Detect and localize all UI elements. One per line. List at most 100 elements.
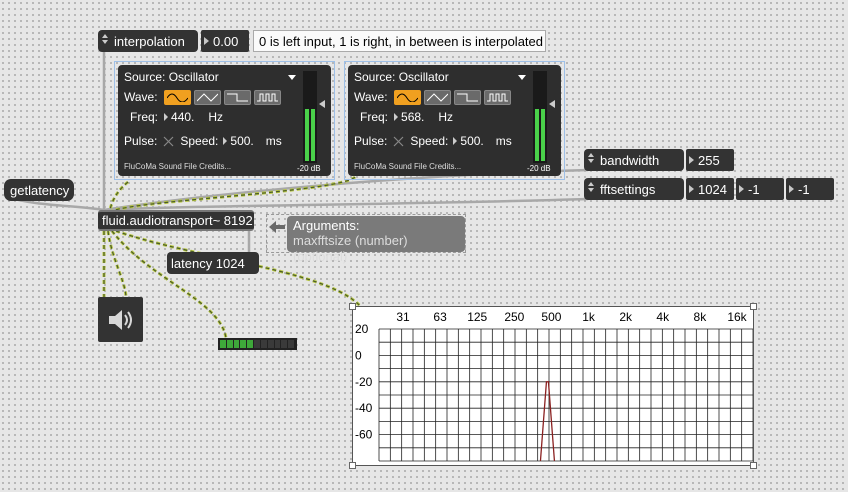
pulse-toggle-2[interactable] <box>393 136 404 147</box>
spectrum-plot: 31 63 125 250 500 1k 2k 4k 8k 16k 20 0 -20 -40 -60 <box>355 310 753 462</box>
stepper-arrows-icon <box>587 153 594 167</box>
dac-speaker-button[interactable] <box>98 297 143 342</box>
bandwidth-message[interactable]: bandwidth <box>584 149 684 171</box>
freq-tick-label: 16k <box>727 310 747 324</box>
resize-handle-bl[interactable] <box>349 462 356 469</box>
resize-handle-tr[interactable] <box>750 303 757 310</box>
wave-row-2: Wave: <box>354 88 514 106</box>
freq-value-1: 440. <box>171 110 195 124</box>
db-tick-label: 20 <box>355 322 369 336</box>
credits-link-2[interactable]: FluCoMa Sound File Credits... <box>354 162 461 171</box>
number-triangle-icon <box>204 37 209 45</box>
number-triangle-icon <box>394 113 399 121</box>
freq-tick-label: 250 <box>504 310 524 324</box>
spectrum-display[interactable]: 31 63 125 250 500 1k 2k 4k 8k 16k 20 0 -20 -40 -60 <box>352 306 754 466</box>
number-triangle-icon <box>739 185 744 193</box>
freq-tick-label: 500 <box>541 310 561 324</box>
freq-number-2[interactable]: 568. <box>394 110 424 124</box>
freq-tick-label: 2k <box>619 310 633 324</box>
fftsettings-number-2[interactable]: -1 <box>736 178 784 200</box>
freq-tick-label: 125 <box>467 310 487 324</box>
freq-tick-label: 63 <box>433 310 447 324</box>
db-tick-label: -20 <box>355 375 373 389</box>
signal-level-meter <box>218 338 297 350</box>
bpatcher-source-2[interactable]: Source: Oscillator Wave: Freq: 568. Hz P… <box>348 65 561 176</box>
arguments-hint: Arguments: maxfftsize (number) (optional… <box>287 216 465 264</box>
source-menu-2[interactable]: Source: Oscillator <box>354 68 526 86</box>
interpolation-message[interactable]: interpolation <box>98 30 198 52</box>
freq-tick-label: 4k <box>656 310 670 324</box>
getlatency-message[interactable]: getlatency <box>4 179 74 201</box>
db-tick-label: -40 <box>355 401 373 415</box>
fftsettings-label: fftsettings <box>600 181 656 197</box>
triangle-wave-icon[interactable] <box>423 89 451 105</box>
close-icon <box>163 136 174 146</box>
fftsettings-message[interactable]: fftsettings <box>584 178 684 200</box>
freq-tick-label: 1k <box>582 310 596 324</box>
speed-unit-2: ms <box>495 134 512 148</box>
fftsettings-value-1: 1024 <box>698 181 727 197</box>
speed-number-2[interactable]: 500. <box>453 134 484 148</box>
square-wave-icon[interactable] <box>223 89 251 105</box>
hint-body: maxfftsize (number) (optional) <box>293 233 408 264</box>
bandwidth-label: bandwidth <box>600 152 660 168</box>
fftsettings-value-2: -1 <box>748 181 760 197</box>
wave-label-1: Wave: <box>124 90 158 104</box>
meter-segment <box>274 340 281 348</box>
gain-slider-thumb-2[interactable] <box>549 100 555 108</box>
meter-segment <box>260 340 267 348</box>
number-triangle-icon <box>223 137 228 145</box>
pulse-label-2: Pulse: <box>354 134 388 148</box>
interpolation-number[interactable]: 0.00 <box>201 30 249 52</box>
pulse-wave-icon[interactable] <box>483 89 511 105</box>
hint-title: Arguments: <box>293 218 360 233</box>
level-meter-2 <box>533 71 547 163</box>
number-triangle-icon <box>689 185 694 193</box>
getlatency-label: getlatency <box>10 182 70 198</box>
sine-wave-icon[interactable] <box>163 89 191 105</box>
bpatcher-source-1[interactable]: Source: Oscillator Wave: Freq: 440. Hz P… <box>118 65 331 176</box>
latency-label: latency 1024 <box>171 255 245 271</box>
freq-number-1[interactable]: 440. <box>164 110 194 124</box>
freq-tick-label: 8k <box>694 310 708 324</box>
meter-segment <box>240 340 247 348</box>
stepper-arrows-icon <box>587 182 594 196</box>
triangle-wave-icon[interactable] <box>193 89 221 105</box>
source-menu-1[interactable]: Source: Oscillator <box>124 68 296 86</box>
freq-row-2: Freq: 568. Hz <box>360 108 453 126</box>
pulse-wave-icon[interactable] <box>253 89 281 105</box>
meter-segment <box>226 340 233 348</box>
speed-label-2: Speed: <box>410 134 449 148</box>
meter-segment <box>288 340 294 348</box>
meter-segment <box>254 340 260 348</box>
bandwidth-number[interactable]: 255 <box>686 149 734 171</box>
audiotransport-object[interactable]: fluid.audiotransport~ 8192 <box>98 210 254 231</box>
credits-link-1[interactable]: FluCoMa Sound File Credits... <box>124 162 231 171</box>
resize-handle-tl[interactable] <box>349 303 356 310</box>
pulse-label-1: Pulse: <box>124 134 158 148</box>
freq-tick-label: 31 <box>396 310 410 324</box>
db-label-2: -20 dB <box>527 164 551 173</box>
close-icon <box>393 136 404 146</box>
sine-wave-icon[interactable] <box>393 89 421 105</box>
fftsettings-number-3[interactable]: -1 <box>786 178 834 200</box>
speed-label-1: Speed: <box>180 134 219 148</box>
source-label-2: Source: Oscillator <box>354 70 449 84</box>
pulse-row-1: Pulse: Speed: 500. ms <box>124 132 282 150</box>
interpolation-value: 0.00 <box>213 33 239 49</box>
meter-segment <box>220 340 226 348</box>
pulse-toggle-1[interactable] <box>163 136 174 147</box>
latency-message[interactable]: latency 1024 <box>167 252 259 274</box>
speed-value-2: 500. <box>460 134 484 148</box>
gain-slider-thumb-1[interactable] <box>319 100 325 108</box>
freq-label-2: Freq: <box>360 110 389 124</box>
stepper-arrows-icon <box>101 34 108 48</box>
square-wave-icon[interactable] <box>453 89 481 105</box>
meter-segment <box>233 340 240 348</box>
fftsettings-number-1[interactable]: 1024 <box>686 178 734 200</box>
speed-number-1[interactable]: 500. <box>223 134 254 148</box>
db-label-1: -20 dB <box>297 164 321 173</box>
resize-handle-br[interactable] <box>750 462 757 469</box>
bandwidth-value: 255 <box>698 152 720 168</box>
number-triangle-icon <box>789 185 794 193</box>
